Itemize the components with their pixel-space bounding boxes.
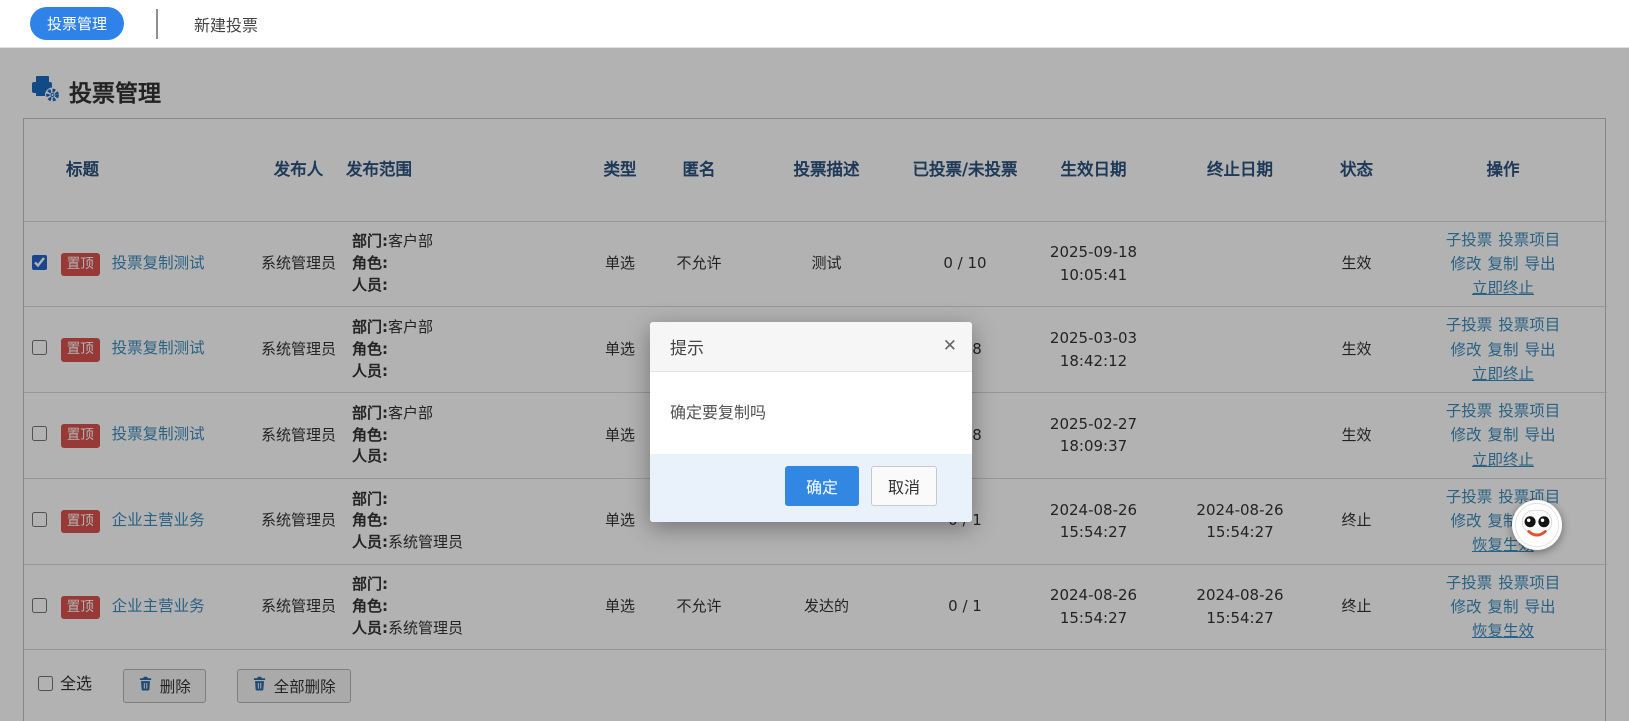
confirm-copy-dialog: 提示 ✕ 确定要复制吗 确定 取消: [650, 322, 972, 522]
tab-vote-management[interactable]: 投票管理: [30, 7, 124, 40]
tab-separator: [156, 9, 158, 39]
tab-new-vote[interactable]: 新建投票: [194, 12, 258, 36]
robot-face-icon: [1514, 502, 1560, 548]
cancel-button[interactable]: 取消: [871, 466, 937, 506]
dialog-title: 提示: [670, 334, 704, 359]
dialog-message: 确定要复制吗: [650, 372, 972, 454]
dialog-header: 提示 ✕: [650, 322, 972, 372]
close-icon[interactable]: ✕: [943, 338, 957, 355]
assistant-robot-button[interactable]: [1512, 500, 1562, 550]
confirm-button[interactable]: 确定: [785, 466, 859, 506]
top-tab-bar: 投票管理 新建投票: [0, 0, 1629, 48]
dialog-footer: 确定 取消: [650, 454, 972, 522]
